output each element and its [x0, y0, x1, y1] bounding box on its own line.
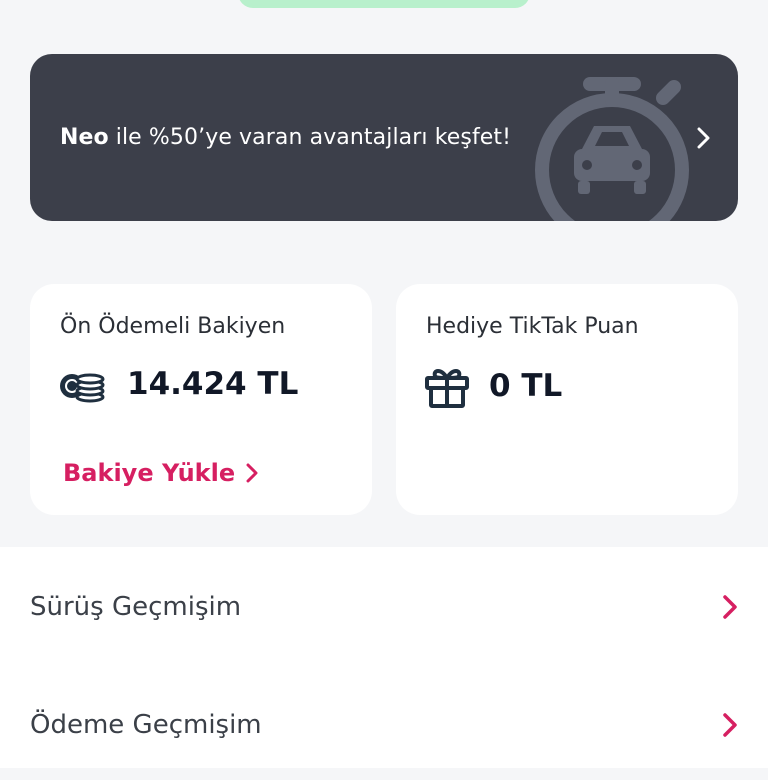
load-balance-label: Bakiye Yükle	[63, 459, 236, 487]
load-balance-button[interactable]: Bakiye Yükle	[63, 459, 259, 487]
chevron-right-icon	[723, 595, 737, 619]
chevron-right-icon[interactable]	[692, 123, 716, 153]
menu-item-payment-history[interactable]: Ödeme Geçmişim	[0, 670, 768, 780]
promo-text: Neo ile %50’ye varan avantajları keşfet!	[60, 54, 511, 221]
promo-message: ile %50’ye varan avantajları keşfet!	[115, 125, 512, 150]
chevron-right-icon	[246, 463, 258, 483]
stopwatch-car-icon	[535, 77, 689, 221]
promo-banner[interactable]: Neo ile %50’ye varan avantajları keşfet!	[30, 54, 738, 221]
top-action-pill[interactable]	[238, 0, 530, 8]
gift-points-value-row: 0 TL	[423, 364, 562, 408]
prepaid-balance-card: Ön Ödemeli Bakiyen 14.424 TL Bakiye Yükl…	[30, 284, 372, 515]
prepaid-balance-title: Ön Ödemeli Bakiyen	[60, 314, 286, 339]
gift-points-value: 0 TL	[489, 368, 563, 404]
promo-brand: Neo	[60, 125, 109, 150]
prepaid-balance-value: 14.424 TL	[127, 366, 299, 402]
menu-item-ride-history[interactable]: Sürüş Geçmişim	[0, 552, 768, 662]
menu-list: Sürüş Geçmişim Ödeme Geçmişim	[0, 547, 768, 768]
prepaid-balance-value-row: 14.424 TL	[57, 364, 298, 404]
gift-points-card: Hediye TikTak Puan 0 TL	[396, 284, 738, 515]
gift-points-title: Hediye TikTak Puan	[426, 314, 639, 339]
menu-item-label: Ödeme Geçmişim	[30, 710, 262, 740]
chevron-right-icon	[723, 713, 737, 737]
menu-item-label: Sürüş Geçmişim	[30, 592, 242, 622]
coins-icon	[60, 373, 105, 403]
gift-icon	[425, 369, 469, 408]
